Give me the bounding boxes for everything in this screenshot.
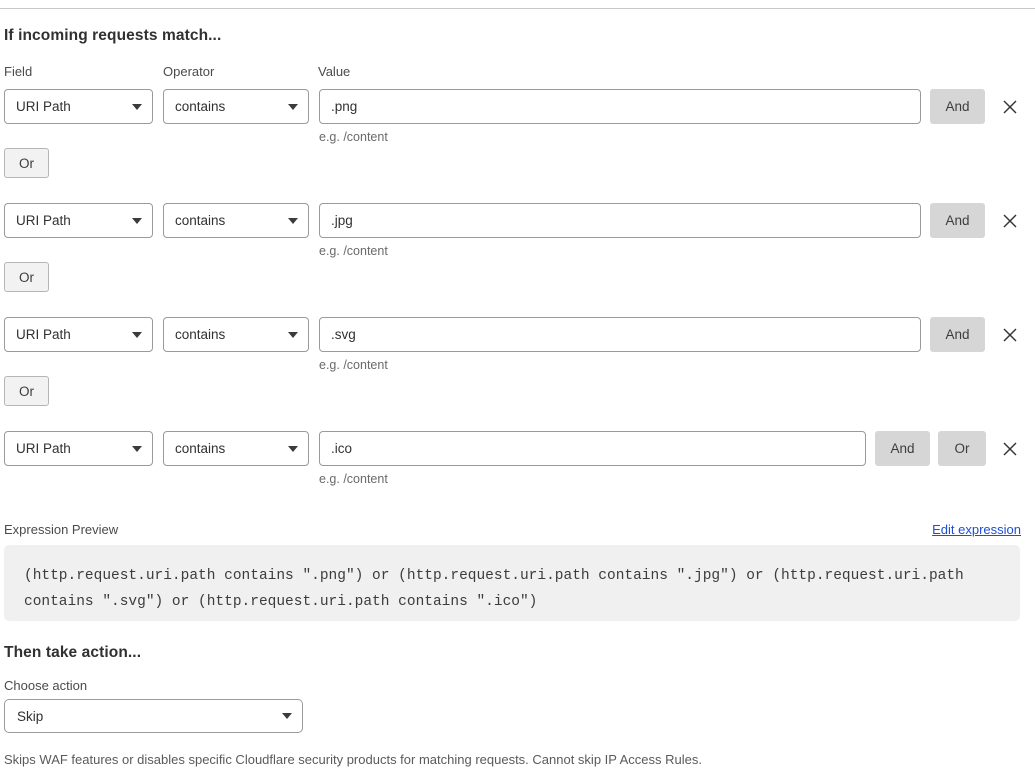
value-hint: e.g. /content [319,358,388,372]
close-icon [1003,100,1017,114]
field-select-value: URI Path [16,99,71,114]
condition-row: URI Path contains .png e.g. /content And [0,89,1035,144]
chevron-down-icon [288,331,298,338]
and-button[interactable]: And [930,317,985,352]
field-select[interactable]: URI Path [4,317,153,352]
field-select-value: URI Path [16,213,71,228]
value-hint: e.g. /content [319,472,388,486]
remove-condition-button[interactable] [1000,211,1020,231]
column-header-value: Value [318,64,351,79]
value-input[interactable]: .png [319,89,921,124]
operator-select-value: contains [175,441,226,456]
top-divider [0,8,1035,9]
rule-builder-page: If incoming requests match... Field Oper… [0,0,1035,780]
and-button[interactable]: And [930,203,985,238]
value-input-text: .png [331,99,358,114]
chevron-down-icon [288,217,298,224]
close-icon [1003,442,1017,456]
value-hint: e.g. /content [319,244,388,258]
field-select[interactable]: URI Path [4,203,153,238]
remove-condition-button[interactable] [1000,97,1020,117]
operator-select-value: contains [175,99,226,114]
expression-preview-panel: (http.request.uri.path contains ".png") … [4,545,1020,621]
operator-select[interactable]: contains [163,203,309,238]
add-or-condition-button[interactable]: Or [4,262,49,292]
edit-expression-link[interactable]: Edit expression [932,522,1021,537]
chevron-down-icon [282,713,292,719]
action-select-value: Skip [17,708,44,724]
action-select[interactable]: Skip [4,699,303,733]
value-input[interactable]: .svg [319,317,921,352]
field-select-value: URI Path [16,327,71,342]
field-select[interactable]: URI Path [4,431,153,466]
add-or-condition-button[interactable]: Or [4,376,49,406]
chevron-down-icon [132,103,142,110]
chevron-down-icon [132,331,142,338]
chevron-down-icon [288,103,298,110]
page-title-match-section: If incoming requests match... [4,27,222,44]
action-help-text: Skips WAF features or disables specific … [4,752,702,767]
expression-preview-text: (http.request.uri.path contains ".png") … [24,568,973,610]
column-header-field: Field [4,64,33,79]
field-select[interactable]: URI Path [4,89,153,124]
condition-row: URI Path contains .jpg e.g. /content And [0,203,1035,258]
operator-select[interactable]: contains [163,89,309,124]
operator-select[interactable]: contains [163,431,309,466]
column-header-operator: Operator [163,64,215,79]
condition-row: URI Path contains .svg e.g. /content And [0,317,1035,372]
or-button[interactable]: Or [938,431,986,466]
value-input[interactable]: .ico [319,431,866,466]
and-button[interactable]: And [875,431,930,466]
chevron-down-icon [288,445,298,452]
condition-row: URI Path contains .ico e.g. /content And… [0,431,1035,486]
field-select-value: URI Path [16,441,71,456]
value-hint: e.g. /content [319,130,388,144]
operator-select-value: contains [175,213,226,228]
remove-condition-button[interactable] [1000,325,1020,345]
operator-select-value: contains [175,327,226,342]
operator-select[interactable]: contains [163,317,309,352]
value-input-text: .ico [331,441,353,456]
chevron-down-icon [132,445,142,452]
value-input-text: .jpg [331,213,353,228]
value-input[interactable]: .jpg [319,203,921,238]
remove-condition-button[interactable] [1000,439,1020,459]
expression-preview-label: Expression Preview [4,522,119,537]
close-icon [1003,214,1017,228]
chevron-down-icon [132,217,142,224]
and-button[interactable]: And [930,89,985,124]
page-title-action-section: Then take action... [4,644,142,661]
choose-action-label: Choose action [4,678,88,693]
close-icon [1003,328,1017,342]
add-or-condition-button[interactable]: Or [4,148,49,178]
value-input-text: .svg [331,327,356,342]
